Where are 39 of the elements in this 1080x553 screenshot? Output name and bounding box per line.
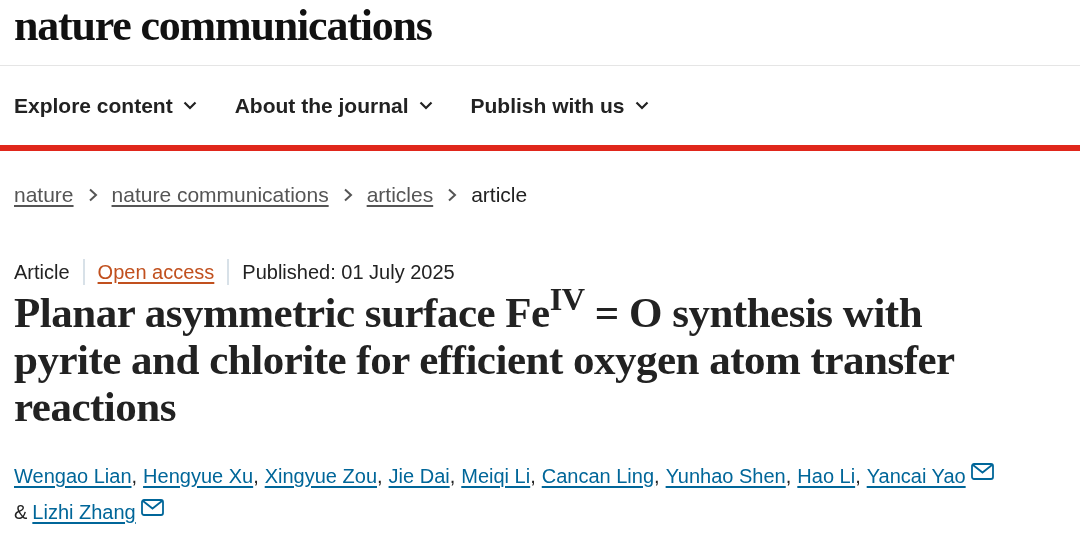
chevron-down-icon	[182, 101, 197, 110]
mail-icon[interactable]	[140, 499, 164, 516]
chevron-down-icon	[418, 101, 433, 110]
comma-text: ,	[449, 463, 456, 489]
article-title: Planar asymmetric surface Fe$^{IV}$ = O synthesis with pyrite and chlorite for efficient oxygen atom transfer reactions	[13, 288, 956, 430]
comma-text: ,	[377, 463, 383, 489]
mail-icon[interactable]	[970, 463, 994, 480]
publication-date: Published: 01 July 2025	[242, 259, 455, 285]
chevron-right-icon	[342, 187, 353, 202]
breadcrumb-link[interactable]: articles	[366, 179, 434, 211]
comma-text: ,	[131, 463, 138, 489]
author-link[interactable]: Lizhi Zhang	[32, 493, 136, 530]
chevron-down-icon	[634, 101, 649, 110]
nav-menu-button[interactable]: About the journal	[234, 89, 433, 122]
chevron-right-icon	[87, 187, 98, 202]
comma-text: ,	[855, 463, 861, 489]
author-link[interactable]: Jie Dai	[388, 457, 450, 494]
open-access-link[interactable]: Open access	[97, 256, 215, 287]
comma-text: ,	[654, 463, 660, 489]
comma-text: ,	[530, 463, 536, 489]
author-link[interactable]: Xingyue Zou	[264, 457, 377, 494]
nav-menu-button[interactable]: Publish with us	[470, 89, 649, 122]
article-type: Article	[14, 259, 70, 285]
nav-menu-button[interactable]: Explore content	[14, 89, 197, 122]
author-link[interactable]: Cancan Ling	[541, 457, 655, 494]
journal-logo[interactable]: nature communications	[14, 3, 432, 48]
comma-text: ,	[785, 463, 792, 489]
author-link[interactable]: Wengao Lian	[14, 457, 132, 494]
breadcrumb-link[interactable]: nature communications	[111, 179, 329, 211]
author-link[interactable]: Meiqi Li	[461, 457, 531, 494]
breadcrumb-current: article	[471, 182, 528, 208]
chevron-right-icon	[447, 187, 458, 202]
breadcrumb-link[interactable]: nature	[14, 179, 74, 211]
author-link[interactable]: Yunhao Shen	[665, 457, 786, 494]
comma-text: ,	[253, 463, 259, 489]
ampersand-text: &	[14, 499, 28, 525]
author-link[interactable]: Yancai Yao	[866, 457, 966, 494]
author-link[interactable]: Hao Li	[797, 457, 856, 494]
author-link[interactable]: Hengyue Xu	[143, 457, 254, 494]
